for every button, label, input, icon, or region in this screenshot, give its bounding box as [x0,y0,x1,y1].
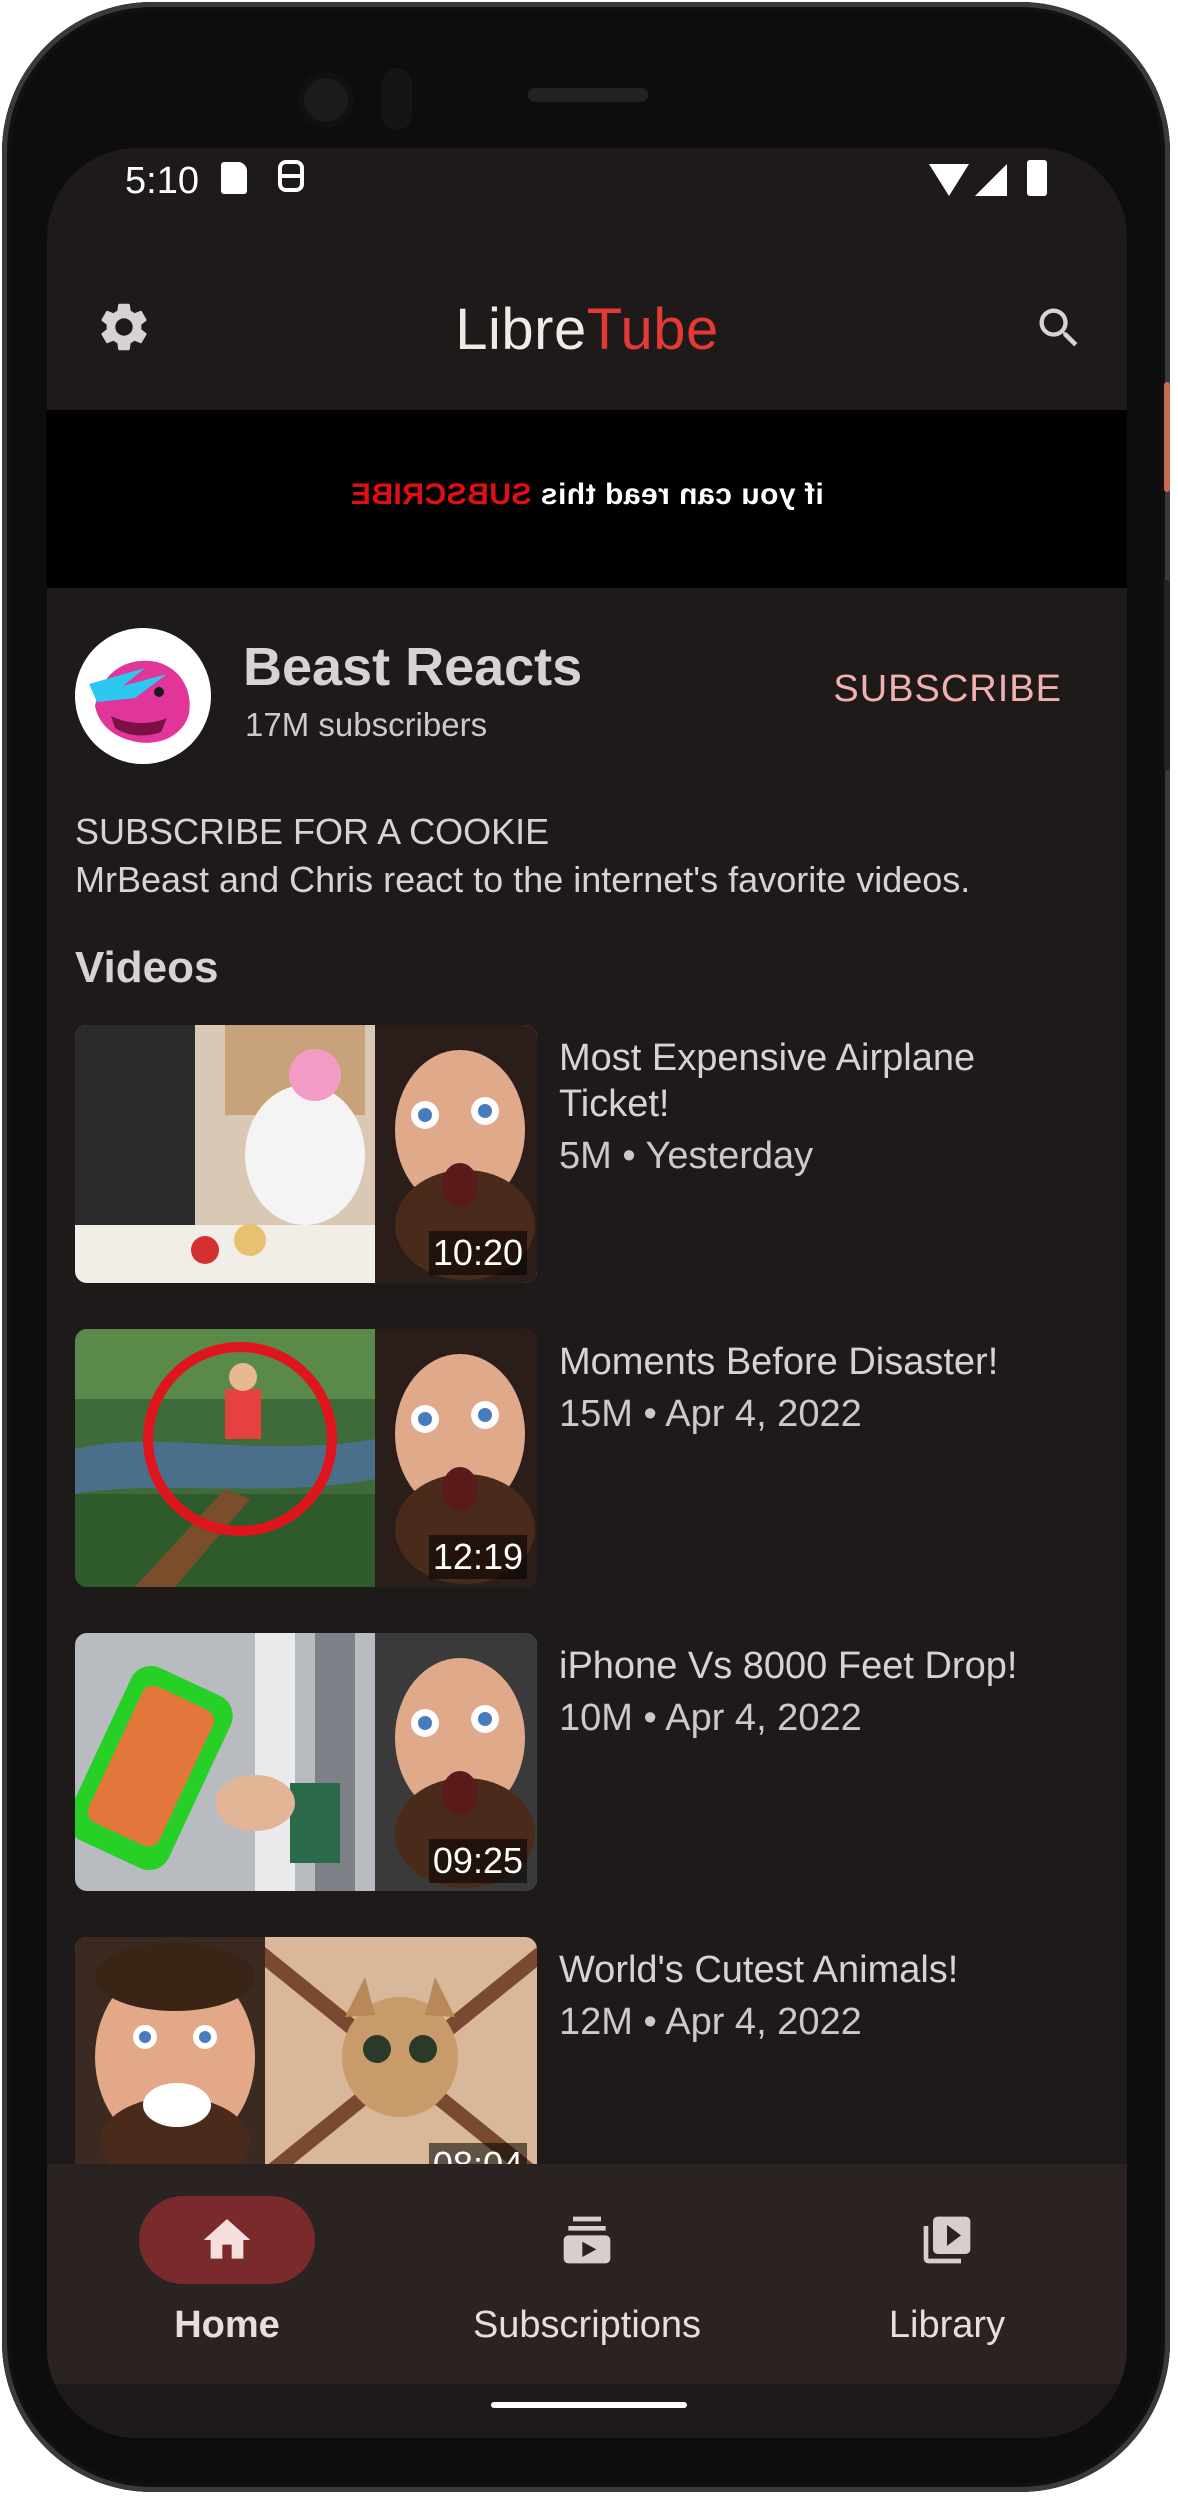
bottom-navigation: Home Subscriptions Library [47,2164,1127,2384]
video-item[interactable]: 09:25 iPhone Vs 8000 Feet Drop! 10M • Ap… [75,1633,1115,1891]
nav-item-subscriptions[interactable]: Subscriptions [407,2164,767,2384]
subscriber-count: 17M subscribers [245,706,488,743]
cell-signal-icon [975,164,1007,196]
gesture-bar[interactable] [491,2402,687,2408]
volume-button [1164,580,1170,770]
app-screen: 5:10 LibreTube if you can read this SUBS… [47,148,1127,2438]
video-duration: 09:25 [428,1839,527,1883]
wifi-icon [929,164,969,196]
nav-label-home: Home [174,2304,280,2346]
description-line-2: MrBeast and Chris react to the internet'… [75,859,971,900]
side-button-accent [1164,382,1170,492]
video-thumbnail[interactable]: 09:25 [75,1633,537,1891]
nav-label-library: Library [888,2304,1006,2346]
video-title[interactable]: Moments Before Disaster! [559,1339,1079,1385]
library-icon [917,2212,977,2268]
video-meta: 10M • Apr 4, 2022 [559,1697,862,1739]
video-item[interactable]: 12:19 Moments Before Disaster! 15M • Apr… [75,1329,1115,1587]
battery-icon [1027,160,1047,196]
banner-text: if you can read this SUBSCRIBE [350,478,824,511]
front-camera [298,72,354,128]
video-thumbnail[interactable]: 10:20 [75,1025,537,1283]
sd-card-icon [221,162,247,194]
subscriptions-icon [557,2212,617,2268]
earpiece-speaker [528,88,648,102]
description-line-1: SUBSCRIBE FOR A COOKIE [75,811,550,852]
channel-avatar[interactable] [75,628,211,764]
video-thumbnail[interactable]: 12:19 [75,1329,537,1587]
video-item[interactable]: 08:04 World's Cutest Animals! 12M • Apr … [75,1937,1115,2195]
videos-section-title: Videos [75,943,219,992]
video-title[interactable]: iPhone Vs 8000 Feet Drop! [559,1643,1079,1689]
video-title[interactable]: Most Expensive Airplane Ticket! [559,1035,1079,1127]
video-thumbnail[interactable]: 08:04 [75,1937,537,2195]
status-time: 5:10 [125,160,199,202]
notification-icon [277,158,305,203]
video-title[interactable]: World's Cutest Animals! [559,1947,1079,1993]
home-icon [197,2212,257,2268]
channel-name: Beast Reacts [243,637,583,697]
nav-item-library[interactable]: Library [767,2164,1127,2384]
search-icon[interactable] [1033,302,1085,359]
subscribe-button[interactable]: SUBSCRIBE [833,668,1062,711]
channel-description: SUBSCRIBE FOR A COOKIE MrBeast and Chris… [75,808,970,904]
video-duration: 12:19 [428,1535,527,1579]
video-meta: 12M • Apr 4, 2022 [559,2001,862,2043]
phone-frame: 5:10 LibreTube if you can read this SUBS… [2,2,1170,2492]
video-meta: 15M • Apr 4, 2022 [559,1393,862,1435]
status-bar: 5:10 [47,148,1127,218]
top-app-bar: LibreTube [47,256,1127,406]
channel-header: Beast Reacts 17M subscribers SUBSCRIBE [47,628,1127,778]
nav-item-home[interactable]: Home [47,2164,407,2384]
app-title: LibreTube [455,297,719,362]
proximity-sensor [382,68,412,130]
video-meta: 5M • Yesterday [559,1135,814,1177]
nav-label-subscriptions: Subscriptions [472,2304,702,2346]
video-item[interactable]: 10:20 Most Expensive Airplane Ticket! 5M… [75,1025,1115,1283]
channel-banner: if you can read this SUBSCRIBE [47,410,1127,588]
video-duration: 10:20 [428,1231,527,1275]
